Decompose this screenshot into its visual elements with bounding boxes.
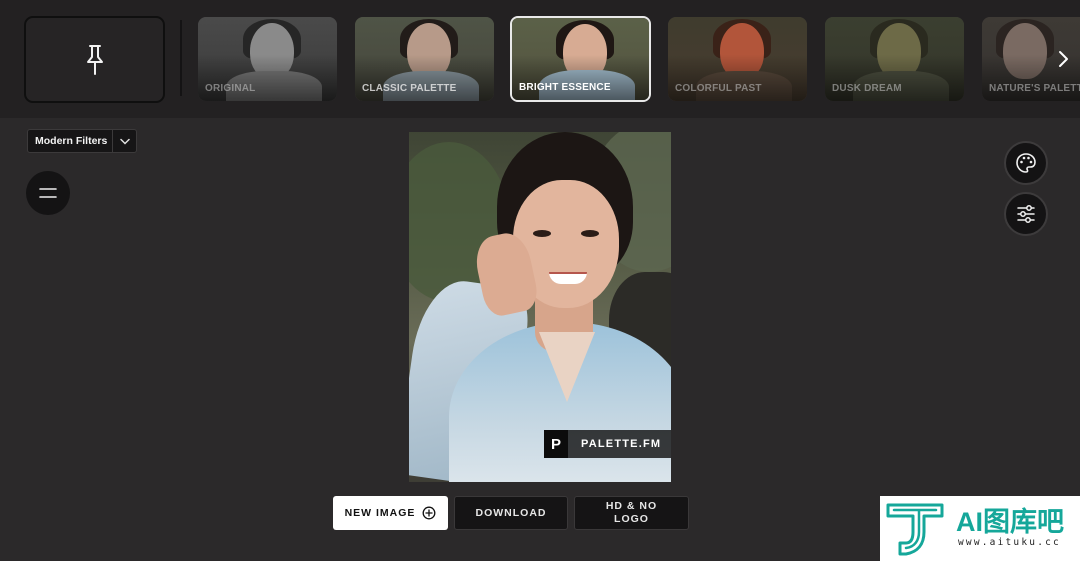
palette-button[interactable] — [1004, 141, 1048, 185]
new-image-button[interactable]: NEW IMAGE — [333, 496, 448, 530]
filter-label: CLASSIC PALETTE — [362, 83, 457, 94]
site-badge: AI图库吧 www.aituku.cc — [880, 496, 1080, 561]
menu-icon — [39, 188, 57, 198]
filter-label: BRIGHT ESSENCE — [519, 82, 611, 93]
filter-label: ORIGINAL — [205, 83, 256, 94]
download-button[interactable]: DOWNLOAD — [454, 496, 568, 530]
pin-icon — [86, 44, 103, 75]
filter-strip: ORIGINAL CLASSIC PALETTE BRIGHT ESSENCE … — [0, 0, 1080, 118]
filter-label: DUSK DREAM — [832, 83, 902, 94]
filter-tile-original[interactable]: ORIGINAL — [198, 17, 337, 101]
hd-no-logo-label: HD & NO LOGO — [605, 500, 658, 525]
plus-circle-icon — [422, 506, 436, 520]
palette-icon — [1016, 153, 1036, 173]
new-image-label: NEW IMAGE — [344, 506, 416, 519]
badge-title: AI图库吧 — [956, 507, 1064, 537]
filter-label: COLORFUL PAST — [675, 83, 762, 94]
hd-no-logo-button[interactable]: HD & NO LOGO — [574, 496, 689, 530]
download-label: DOWNLOAD — [475, 506, 547, 519]
filter-tile-bright-essence[interactable]: BRIGHT ESSENCE — [510, 16, 651, 102]
chevron-right-icon — [1059, 51, 1068, 67]
filter-tile-dusk-dream[interactable]: DUSK DREAM — [825, 17, 964, 101]
filter-tile-colorful-past[interactable]: COLORFUL PAST — [668, 17, 807, 101]
watermark-logo: P — [544, 430, 568, 458]
filter-label: NATURE'S PALETTE — [989, 83, 1080, 94]
next-filters-button[interactable] — [1050, 44, 1076, 74]
site-logo — [886, 503, 944, 556]
pin-button[interactable] — [24, 16, 165, 103]
badge-url: www.aituku.cc — [958, 537, 1061, 548]
adjustments-button[interactable] — [1004, 192, 1048, 236]
watermark-text: PALETTE.FM — [581, 438, 662, 450]
menu-button[interactable] — [26, 171, 70, 215]
watermark: P PALETTE.FM — [544, 430, 671, 458]
filter-tile-classic-palette[interactable]: CLASSIC PALETTE — [355, 17, 494, 101]
chevron-down-icon — [112, 130, 136, 152]
strip-divider — [180, 20, 182, 96]
sliders-icon — [1017, 205, 1035, 223]
filter-set-dropdown[interactable]: Modern Filters — [27, 129, 137, 153]
filter-set-label: Modern Filters — [35, 135, 108, 147]
colorized-photo: P PALETTE.FM — [409, 132, 671, 482]
